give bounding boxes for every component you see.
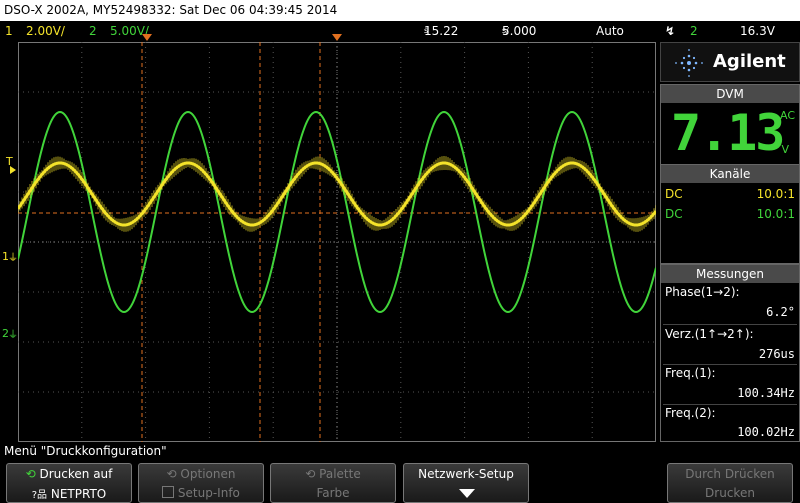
channels-section[interactable]: Kanäle DC 10.0:1 DC 10.0:1 <box>660 164 800 264</box>
ch1-number: 1 <box>5 24 13 38</box>
brand-logo: Agilent <box>660 42 800 82</box>
channel-row-1: DC 10.0:1 <box>665 187 795 201</box>
measurement-freq2-label: Freq.(2): <box>665 406 716 420</box>
dvm-header: DVM <box>661 85 799 103</box>
trigger-position-icon <box>142 34 152 41</box>
print-to-label: ⟲ Drucken auf <box>25 467 113 481</box>
press-to-print-softkey[interactable]: Durch Drücken Drucken <box>667 463 793 503</box>
window-title: DSO-X 2002A, MY52498332: Sat Dec 06 04:3… <box>0 0 800 21</box>
time-position-unit: s <box>424 26 429 35</box>
channel-1-probe-ratio: 10.0:1 <box>756 187 795 201</box>
rotate-icon: ⟲ <box>166 467 177 481</box>
measurement-freq1-label: Freq.(1): <box>665 366 716 380</box>
setup-info-checkbox[interactable] <box>162 486 175 498</box>
trigger-mode[interactable]: Auto <box>596 21 624 41</box>
press-to-print-value: Drucken <box>705 486 755 500</box>
measurement-delay-label: Verz.(1↑→2↑): <box>665 327 754 341</box>
trigger-source: 2 <box>690 24 698 38</box>
network-setup-label: Netzwerk-Setup <box>418 467 514 481</box>
channel-markers: T 1 ⏚ 2 ⏚ <box>0 42 18 442</box>
palette-softkey[interactable]: ⟲ Palette Farbe <box>270 463 396 503</box>
time-scale-unit: s/ <box>502 26 509 35</box>
dvm-coupling: AC <box>779 109 795 122</box>
channels-header: Kanäle <box>661 165 799 183</box>
measurement-freq2-value: 100.02Hz <box>737 425 795 439</box>
ch1-scale[interactable]: 2.00V/ <box>26 21 65 41</box>
channel-row-2: DC 10.0:1 <box>665 207 795 221</box>
dvm-value: 7.13 <box>671 104 785 162</box>
rotate-icon: ⟲ <box>305 467 316 481</box>
measurement-phase-label: Phase(1→2): <box>665 285 740 299</box>
brand-name: Agilent <box>713 51 786 72</box>
ch1-ground-icon: ⏚ <box>8 253 18 264</box>
measurements-header: Messungen <box>661 265 799 283</box>
channel-1-coupling: DC <box>665 187 683 201</box>
network-setup-softkey[interactable]: Netzwerk-Setup <box>403 463 529 503</box>
ch2-ground-icon: ⏚ <box>8 330 18 341</box>
trigger-edge-icon: ↯ <box>665 24 676 38</box>
side-panel: Agilent DVM 7.13 AC V Kanäle DC 10.0:1 D… <box>660 42 800 442</box>
ch2-number: 2 <box>89 24 97 38</box>
measurement-delay-value: 276us <box>758 347 795 361</box>
palette-value: Farbe <box>316 486 350 500</box>
trigger-arrow-icon <box>10 166 16 174</box>
waveform-svg <box>18 42 656 442</box>
time-position-value: 15.22 <box>424 24 459 38</box>
print-to-softkey[interactable]: ⟲ Drucken auf ?品 NETPRTO <box>6 463 132 503</box>
channel-2-coupling: DC <box>665 207 683 221</box>
waveform-display[interactable] <box>18 42 656 442</box>
dvm-unit: V <box>781 143 789 156</box>
rotate-icon: ⟲ <box>25 467 36 481</box>
agilent-spark-icon <box>675 49 703 77</box>
palette-label: ⟲ Palette <box>305 467 361 481</box>
print-to-value: ?品 NETPRTO <box>31 487 107 501</box>
status-bar: 1 2.00V/ 2 5.00V/ 15.22 s 5.000 s/ Auto ↯ … <box>0 21 800 41</box>
measurement-freq1-value: 100.34Hz <box>737 386 795 400</box>
options-softkey[interactable]: ⟲ Optionen Setup-Info <box>138 463 264 503</box>
submenu-arrow-icon <box>459 489 475 498</box>
time-reference-icon <box>332 34 342 41</box>
network-printer-icon: ?品 <box>31 490 48 501</box>
options-label: ⟲ Optionen <box>166 467 236 481</box>
setup-info-option: Setup-Info <box>139 486 263 500</box>
measurements-section[interactable]: Messungen Phase(1→2): 6.2° Verz.(1↑→2↑):… <box>660 264 800 442</box>
trigger-level[interactable]: 16.3V <box>740 21 775 41</box>
measurement-phase-value: 6.2° <box>766 305 795 319</box>
softkey-bar: ⟲ Drucken auf ?品 NETPRTO ⟲ Optionen Setu… <box>0 460 800 503</box>
channel-2-probe-ratio: 10.0:1 <box>756 207 795 221</box>
menu-title: Menü "Druckkonfiguration" <box>4 444 167 458</box>
press-to-print-label: Durch Drücken <box>685 467 775 481</box>
